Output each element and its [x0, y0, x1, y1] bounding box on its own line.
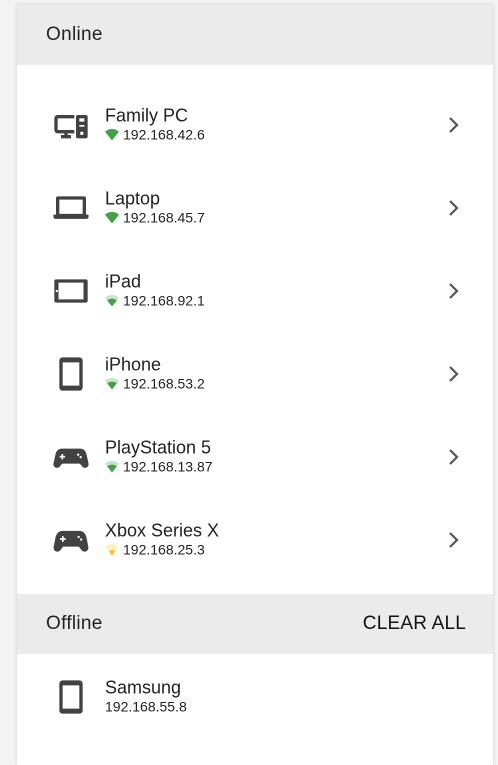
clear-all-button[interactable]: CLEAR ALL: [363, 613, 466, 635]
device-name: Laptop: [105, 187, 161, 208]
online-device-list: Family PC 192.168.42.6 Laptop 192.168.45…: [17, 65, 493, 581]
wifi-signal-strong-icon: [105, 211, 119, 223]
device-name: iPhone: [105, 353, 162, 374]
wifi-signal-strong-icon: [105, 128, 119, 140]
chevron-right-icon: [449, 282, 459, 299]
wifi-signal-medium-icon: [105, 460, 119, 472]
device-name: Family PC: [105, 104, 189, 125]
device-ip: 192.168.45.7: [123, 208, 205, 225]
device-row-playstation-5[interactable]: PlayStation 5 192.168.13.87: [17, 415, 493, 498]
device-ip: 192.168.42.6: [123, 125, 205, 142]
devices-panel: Online Family PC 192.168.42.6 Laptop 192…: [17, 5, 493, 765]
device-ip: 192.168.92.1: [123, 291, 205, 308]
laptop-icon: [51, 188, 91, 228]
device-row-ipad[interactable]: iPad 192.168.92.1: [17, 249, 493, 332]
wifi-signal-medium-icon: [105, 294, 119, 306]
chevron-right-icon: [449, 365, 459, 382]
chevron-right-icon: [449, 199, 459, 216]
device-ip: 192.168.13.87: [123, 457, 213, 474]
device-row-samsung[interactable]: Samsung 192.168.55.8: [17, 655, 493, 738]
online-section-header: Online: [17, 5, 493, 65]
online-section-title: Online: [46, 24, 103, 45]
device-row-family-pc[interactable]: Family PC 192.168.42.6: [17, 83, 493, 166]
device-row-iphone[interactable]: iPhone 192.168.53.2: [17, 332, 493, 415]
device-row-xbox-series-x[interactable]: Xbox Series X 192.168.25.3: [17, 498, 493, 581]
chevron-right-icon: [449, 116, 459, 133]
offline-section-header: Offline CLEAR ALL: [17, 594, 493, 654]
wifi-signal-weak-icon: [105, 543, 119, 555]
offline-device-list: Samsung 192.168.55.8: [17, 654, 493, 738]
device-ip: 192.168.55.8: [105, 697, 187, 714]
device-ip: 192.168.53.2: [123, 374, 205, 391]
tablet-icon: [51, 271, 91, 311]
gamepad-icon: [51, 437, 91, 477]
device-name: iPad: [105, 270, 142, 291]
device-name: Xbox Series X: [105, 519, 220, 540]
phone-icon: [51, 677, 91, 717]
desktop-icon: [51, 105, 91, 145]
chevron-right-icon: [449, 531, 459, 548]
wifi-signal-medium-icon: [105, 377, 119, 389]
chevron-right-icon: [449, 448, 459, 465]
phone-icon: [51, 354, 91, 394]
device-name: PlayStation 5: [105, 436, 212, 457]
offline-section-title: Offline: [46, 613, 103, 634]
device-name: Samsung: [105, 676, 182, 697]
gamepad-icon: [51, 520, 91, 560]
device-row-laptop[interactable]: Laptop 192.168.45.7: [17, 166, 493, 249]
device-ip: 192.168.25.3: [123, 540, 205, 557]
